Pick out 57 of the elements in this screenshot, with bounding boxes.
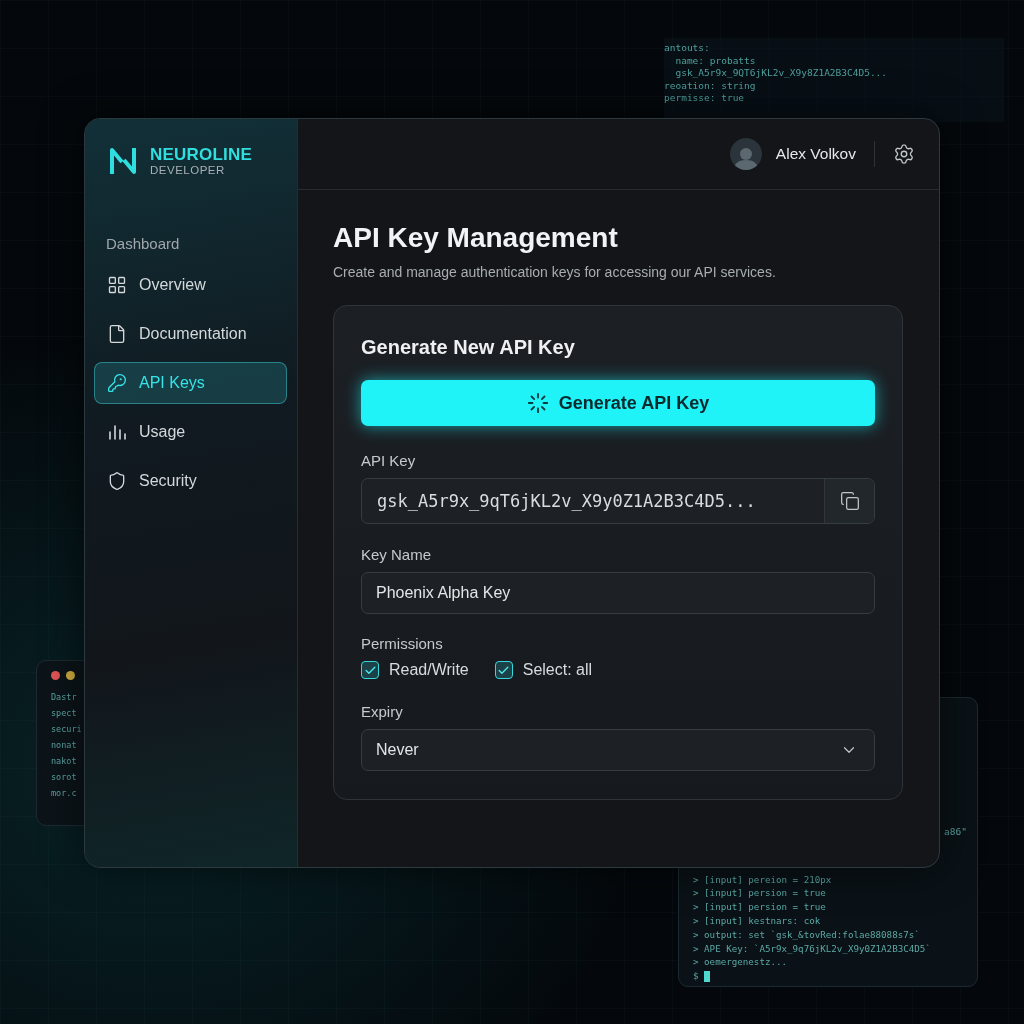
code-line: permisse: true (664, 92, 746, 105)
field-label: Expiry (361, 703, 404, 720)
permission-option[interactable]: Read/Write (361, 661, 469, 679)
expiry-dropdown[interactable]: Never (361, 729, 875, 771)
grid-icon (107, 275, 127, 295)
code-line: name: probatts (674, 54, 757, 67)
terminal-line: > APE Key: `A5r9x_9q76jKL2v_X9y0Z1A2B3C4D5` (693, 941, 932, 956)
sidebar-item[interactable]: API Keys (94, 362, 287, 404)
terminal-line: > output: set `gsk_&tovRed:folae88088s7s` (693, 927, 921, 942)
avatar-icon (729, 138, 762, 170)
card-title: Generate New API Key (361, 336, 576, 359)
code-line: gsk_A5r9x_9QT6jKL2v_X9y8Z1A2B3C4D5... (674, 67, 889, 80)
field-label: API Key (361, 452, 417, 469)
brand-subtitle: DEVELOPER (150, 164, 226, 177)
sidebar-item[interactable]: Documentation (94, 313, 287, 355)
sidebar-item[interactable]: Overview (94, 264, 287, 306)
copy-button[interactable] (824, 479, 874, 523)
close-dot-icon (51, 671, 60, 680)
code-line: securi (51, 723, 83, 736)
code-line: a86" (944, 826, 967, 837)
code-line: antouts: (664, 42, 711, 55)
section-label: Dashboard (106, 235, 181, 252)
field-label: Key Name (361, 546, 433, 563)
code-line: reoation: string (664, 79, 757, 92)
checkbox[interactable] (494, 661, 513, 679)
page-title: API Key Management (333, 222, 619, 254)
sidebar-item[interactable]: Security (94, 460, 287, 502)
copy-icon (839, 491, 860, 511)
sidebar-item[interactable]: Usage (94, 411, 287, 453)
code-line: mor.c (51, 787, 78, 800)
key-name-field[interactable]: Phoenix Alpha Key (361, 572, 875, 614)
terminal-line: > [input] persion = true (693, 886, 827, 901)
terminal-line: > [input] persion = true (693, 900, 827, 914)
generate-button[interactable]: Generate API Key (361, 380, 875, 426)
checkbox[interactable] (361, 661, 379, 679)
code-line: sorot (51, 771, 78, 784)
code-line: nakot (51, 755, 78, 768)
code-line: spect (51, 707, 78, 720)
terminal-line: > oemergenestz... (693, 955, 789, 970)
terminal-line: > [input] pereion = 210px (693, 872, 833, 887)
terminal-line: > [input] kestnars: cok (693, 914, 822, 928)
permission-option[interactable]: Select: all (494, 661, 593, 679)
page-subtitle: Create and manage authentication keys for accessing our API services. (333, 264, 777, 280)
brand-name: NEUROLINE (150, 145, 252, 164)
minimize-dot-icon (66, 671, 75, 680)
code-line: Dastr (51, 691, 78, 704)
field-label: Permissions (361, 635, 444, 652)
code-line: nonat (51, 739, 78, 752)
settings-icon[interactable] (893, 143, 915, 165)
api-key-field[interactable]: gsk_A5r9x_9qT6jKL2v_X9y0Z1A2B3C4D5... (361, 478, 875, 524)
document-icon (107, 324, 127, 344)
terminal-prompt: $ (693, 969, 699, 983)
shield-icon (107, 471, 127, 491)
bar-chart-icon (107, 422, 127, 442)
key-icon (107, 373, 127, 393)
cursor-icon (703, 970, 710, 982)
user-name: Alex Volkov (775, 145, 856, 163)
